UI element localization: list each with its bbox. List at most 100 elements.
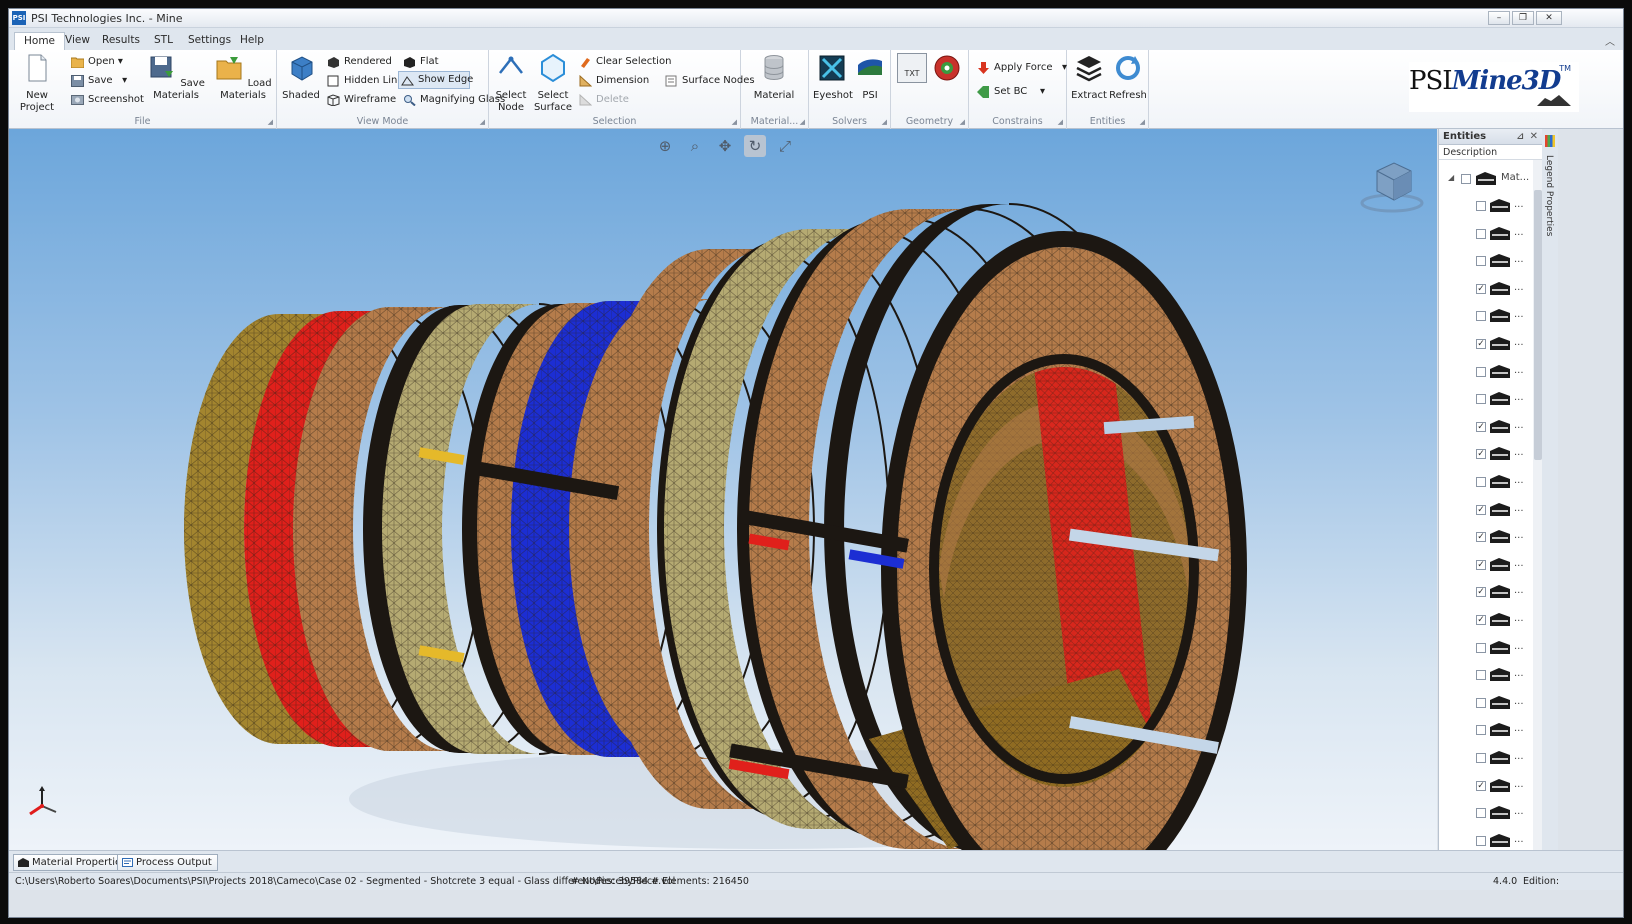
rendered-button[interactable]: Rendered <box>325 53 392 71</box>
entity-row[interactable]: ... <box>1439 359 1533 386</box>
clear-selection-button[interactable]: Clear Selection <box>577 53 671 71</box>
tab-help[interactable]: Help <box>231 32 273 50</box>
zoom-icon[interactable]: ⌕ <box>684 135 706 157</box>
entity-row[interactable]: ... <box>1439 193 1533 220</box>
save-button[interactable]: Save ▾ <box>69 72 127 90</box>
mesh-model[interactable] <box>9 129 1437 850</box>
selection-group-launcher-icon[interactable]: ◢ <box>732 118 737 126</box>
entity-checkbox[interactable] <box>1476 725 1486 736</box>
save-materials-button[interactable]: Save Materials <box>145 53 207 113</box>
entity-checkbox[interactable] <box>1476 256 1486 267</box>
entity-row[interactable]: ... <box>1439 690 1533 717</box>
zoom-window-icon[interactable]: ⊕ <box>654 135 676 157</box>
entity-checkbox[interactable]: ✓ <box>1476 449 1486 460</box>
refresh-button[interactable]: Refresh <box>1109 53 1147 113</box>
extract-button[interactable]: Extract <box>1071 53 1107 113</box>
entity-row[interactable]: ... <box>1439 717 1533 744</box>
entity-checkbox[interactable]: ✓ <box>1476 532 1486 543</box>
expand-chevron-icon[interactable]: ◢ <box>1448 173 1454 182</box>
entity-row[interactable]: ✓... <box>1439 524 1533 551</box>
entity-checkbox[interactable]: ✓ <box>1476 283 1486 294</box>
entities-scrollbar-thumb[interactable] <box>1534 190 1542 460</box>
entity-row[interactable]: ✓... <box>1439 276 1533 303</box>
entity-checkbox[interactable] <box>1476 394 1486 405</box>
entity-row[interactable]: ✓... <box>1439 579 1533 606</box>
entity-row[interactable]: ✓... <box>1439 497 1533 524</box>
entity-checkbox[interactable] <box>1476 835 1486 846</box>
tab-results[interactable]: Results <box>93 32 149 50</box>
material-group-launcher-icon[interactable]: ◢ <box>800 118 805 126</box>
entity-checkbox[interactable]: ✓ <box>1476 339 1486 349</box>
entity-row[interactable]: ... <box>1439 386 1533 413</box>
entity-checkbox[interactable] <box>1476 477 1486 487</box>
set-bc-button[interactable]: Set BC ▾ <box>975 83 1045 101</box>
pin-icon[interactable]: ⊿ <box>1516 129 1524 145</box>
file-group-launcher-icon[interactable]: ◢ <box>268 118 273 126</box>
entity-checkbox[interactable]: ✓ <box>1476 421 1486 432</box>
entity-row[interactable]: ✓... <box>1439 331 1533 358</box>
entity-checkbox[interactable]: ✓ <box>1476 587 1486 598</box>
entity-row[interactable]: ✓... <box>1439 552 1533 579</box>
entity-checkbox[interactable] <box>1476 228 1486 239</box>
shaded-button[interactable]: Shaded <box>281 53 321 113</box>
description-column-header[interactable]: Description <box>1439 145 1542 160</box>
solvers-group-launcher-icon[interactable]: ◢ <box>882 118 887 126</box>
entity-row[interactable]: ... <box>1439 469 1533 496</box>
entity-row[interactable]: ... <box>1439 745 1533 772</box>
zoom-fit-icon[interactable]: ⤢ <box>774 135 796 157</box>
entities-group-launcher-icon[interactable]: ◢ <box>1140 118 1145 126</box>
3d-viewport[interactable]: ⊕ ⌕ ✥ ↻ ⤢ <box>9 129 1437 850</box>
wireframe-button[interactable]: Wireframe <box>325 91 396 109</box>
hidden-lines-button[interactable]: Hidden Lines <box>325 72 409 90</box>
screenshot-button[interactable]: Screenshot <box>69 91 144 109</box>
geometry-group-launcher-icon[interactable]: ◢ <box>960 118 965 126</box>
entity-checkbox[interactable]: ✓ <box>1476 615 1486 625</box>
view-mode-group-launcher-icon[interactable]: ◢ <box>480 118 485 126</box>
entity-row[interactable]: ... <box>1439 662 1533 689</box>
tab-stl[interactable]: STL <box>145 32 182 50</box>
rotate-icon[interactable]: ↻ <box>744 135 766 157</box>
minimize-icon[interactable]: – <box>1488 11 1510 25</box>
entity-checkbox[interactable] <box>1476 311 1486 322</box>
open-button[interactable]: Open ▾ <box>69 53 123 71</box>
entity-checkbox[interactable] <box>1476 670 1486 681</box>
entity-row[interactable]: ... <box>1439 248 1533 275</box>
select-surface-button[interactable]: Select Surface <box>533 53 573 113</box>
delete-button[interactable]: Delete <box>577 91 629 109</box>
ribbon-collapse-icon[interactable]: ︿ <box>1605 33 1615 48</box>
entity-row[interactable]: ... <box>1439 800 1533 827</box>
select-node-button[interactable]: Select Node <box>493 53 529 113</box>
constrains-group-launcher-icon[interactable]: ◢ <box>1058 118 1063 126</box>
material-button[interactable]: Material <box>749 53 799 113</box>
psi-solver-button[interactable]: PSI <box>853 53 887 113</box>
restore-icon[interactable]: ❐ <box>1512 11 1534 25</box>
legend-properties-tab[interactable]: Legend Properties <box>1542 129 1558 850</box>
load-materials-button[interactable]: Load Materials <box>211 53 275 113</box>
entity-checkbox[interactable] <box>1476 366 1486 377</box>
entity-checkbox[interactable] <box>1461 174 1471 184</box>
entity-row[interactable]: ✓... <box>1439 773 1533 800</box>
entity-checkbox[interactable] <box>1476 201 1486 211</box>
entity-checkbox[interactable]: ✓ <box>1476 559 1486 570</box>
entity-checkbox[interactable] <box>1476 697 1486 708</box>
eyeshot-button[interactable]: Eyeshot <box>813 53 853 113</box>
show-edge-button[interactable]: Show Edge <box>398 71 473 89</box>
pan-icon[interactable]: ✥ <box>714 135 736 157</box>
entity-row[interactable]: ... <box>1439 635 1533 662</box>
entity-row[interactable]: ... <box>1439 221 1533 248</box>
entity-row[interactable]: ... <box>1439 303 1533 330</box>
flat-button[interactable]: Flat <box>401 53 439 71</box>
entity-row[interactable]: ✓... <box>1439 414 1533 441</box>
material-properties-tab[interactable]: Material Properties <box>13 854 133 871</box>
entity-row[interactable]: ✓... <box>1439 441 1533 468</box>
entity-checkbox[interactable]: ✓ <box>1476 780 1486 791</box>
view-cube-icon[interactable] <box>1359 159 1425 213</box>
entity-checkbox[interactable] <box>1476 753 1486 763</box>
entity-checkbox[interactable]: ✓ <box>1476 504 1486 515</box>
dimension-button[interactable]: Dimension <box>577 72 649 90</box>
entity-row[interactable]: ✓... <box>1439 607 1533 634</box>
process-output-tab[interactable]: Process Output <box>117 854 218 871</box>
entity-checkbox[interactable] <box>1476 808 1486 819</box>
close-icon[interactable]: ✕ <box>1536 11 1562 25</box>
geometry-tool-button[interactable] <box>931 53 963 113</box>
